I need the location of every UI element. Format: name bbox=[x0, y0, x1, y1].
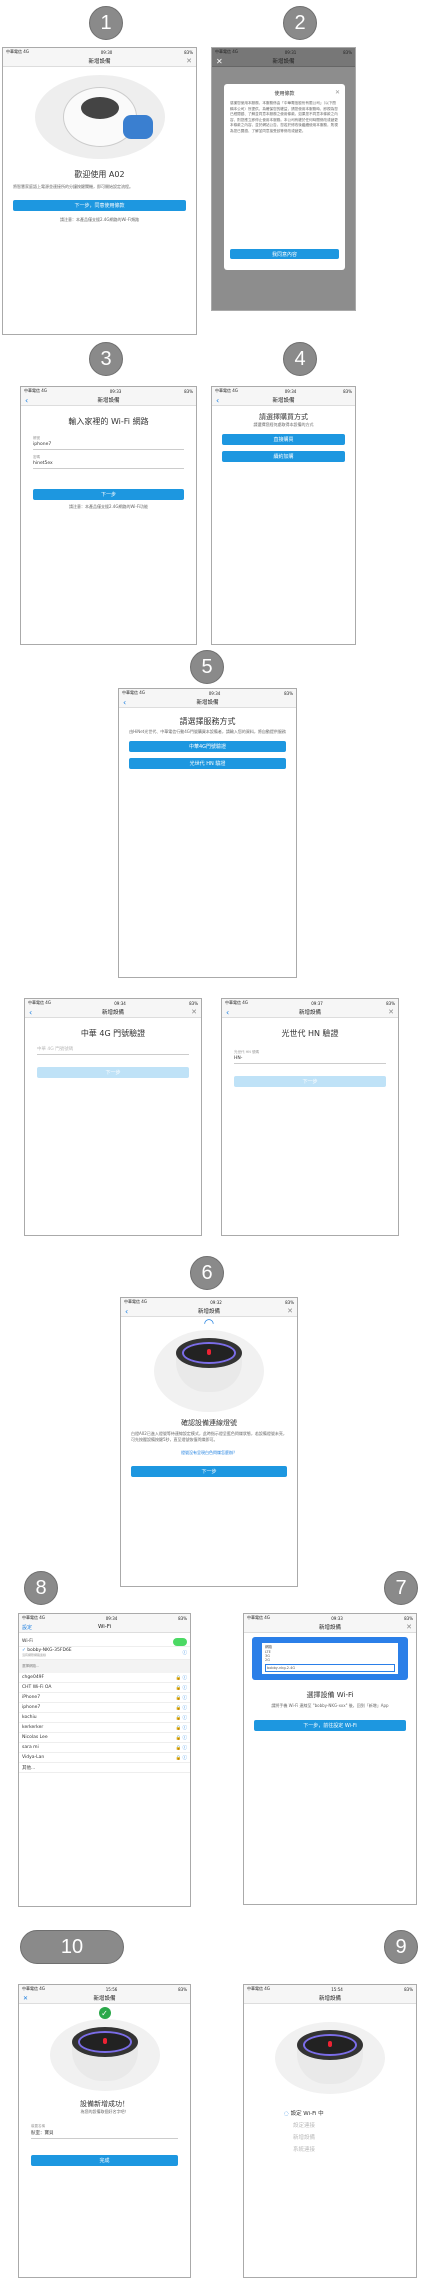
device-image bbox=[275, 2022, 385, 2094]
screen-device-light: 中華電信 4G 09:32 83% ‹ 新增設備 ✕ ◠ 確認設備連線燈號 白燈A02已… bbox=[120, 1297, 298, 1587]
success-heading: 設備新增成功！ bbox=[80, 2100, 129, 2108]
back-icon[interactable]: ‹ bbox=[216, 396, 219, 405]
wifi-note: 請注意：本產品僅支援2.4G網路的Wi-Fi功能 bbox=[68, 504, 148, 509]
accept-terms-button[interactable]: 我同意內容 bbox=[230, 249, 339, 259]
device-image bbox=[154, 1330, 264, 1412]
device-illustration bbox=[34, 75, 165, 159]
settings-back[interactable]: 設定 bbox=[22, 1624, 32, 1631]
wifi-toggle[interactable] bbox=[173, 1637, 187, 1646]
close-icon[interactable]: ✕ bbox=[335, 89, 340, 96]
purchase-sub: 請選擇您經何處取得本設備的方式 bbox=[253, 422, 314, 427]
screen-select-wifi: 中華電信 4G 09:33 83% 新增設備 ✕ 網路 LTE 3G 2G bobby-nk… bbox=[243, 1613, 417, 1905]
step-badge-8: 8 bbox=[24, 1571, 58, 1605]
step-badge-2: 2 bbox=[283, 6, 317, 40]
step-badge-10: 10 bbox=[20, 1930, 124, 1964]
device-image bbox=[49, 2019, 160, 2091]
screen-service: 中華電信 4G 09:34 83% ‹ 新增設備 請選擇服務方式 由HiNet光世代、… bbox=[118, 688, 297, 978]
wifi-signal-icon: ◠ bbox=[203, 1316, 215, 1330]
close-icon[interactable]: ✕ bbox=[186, 57, 192, 66]
screen-setting-wifi: 中華電信 4G 15:54 83% 新增設備 ◌ 設定 Wi-Fi 中 設定連接 新… bbox=[243, 1984, 417, 2278]
service-sub: 由HiNet光世代、中華電信行動4G門號購買本設備者，請輸入您的資料，將自動提供… bbox=[129, 729, 286, 734]
select-wifi-desc: 請將手機 Wi-Fi 連線至 "bobby-NKG-xxx" 後，回到「新增」A… bbox=[271, 1703, 389, 1708]
close-icon[interactable]: ✕ bbox=[406, 1623, 412, 1632]
wifi-guide-image: 網路 LTE 3G 2G bobby-nkg-2.4G bbox=[252, 1637, 408, 1680]
step-badge-7: 7 bbox=[384, 1571, 418, 1605]
terms-title: 使用條款 bbox=[274, 91, 295, 97]
hn-heading: 光世代 HN 驗證 bbox=[281, 1029, 339, 1038]
network-row[interactable]: chge049F 🔒 ⓘ bbox=[19, 1673, 190, 1683]
back-icon[interactable]: ‹ bbox=[29, 1008, 32, 1017]
hand-icon bbox=[122, 115, 153, 139]
purchase-heading: 請選擇購買方式 bbox=[259, 413, 308, 421]
welcome-desc: 將智慧家庭語上電源並連接所的分鐘按鍵關機，即可開始設定流程。 bbox=[13, 184, 133, 189]
network-row[interactable]: iphone7 🔒 ⓘ bbox=[19, 1703, 190, 1713]
hn-number-field[interactable]: HN- bbox=[234, 1055, 386, 1064]
next-button[interactable]: 下一步 bbox=[131, 1466, 287, 1477]
screen-terms: 中華電信 4G 09:31 83% ✕ 新增設備 使用條款 ✕ 感謝您使用本服務，本服… bbox=[211, 47, 356, 311]
4g-number-field[interactable]: 中華 4G 門號號碼 bbox=[37, 1045, 189, 1055]
screen-ios-wifi: 中華電信 4G 09:34 83% 設定 Wi-Fi Wi-Fi ✓ bobby-NK… bbox=[18, 1613, 191, 1907]
network-row[interactable]: Vidya-Lan 🔒 ⓘ bbox=[19, 1753, 190, 1763]
success-check-icon: ✓ bbox=[98, 2007, 111, 2019]
next-button[interactable]: 下一步 bbox=[234, 1076, 386, 1087]
verify-4g-button[interactable]: 中華4G門號驗證 bbox=[129, 741, 286, 752]
step-badge-9: 9 bbox=[384, 1930, 418, 1964]
service-heading: 請選擇服務方式 bbox=[179, 717, 236, 726]
agree-next-button[interactable]: 下一步，同意使用條款 bbox=[13, 200, 186, 211]
step-badge-6: 6 bbox=[190, 1256, 224, 1290]
device-name-field[interactable]: 臥室：寶貝 bbox=[31, 2129, 178, 2139]
screen-4g-verify: 中華電信 4G 09:34 83% ‹ 新增設備 ✕ 中華 4G 門號驗證 中華 4G … bbox=[24, 998, 202, 1236]
light-heading: 確認設備連線燈號 bbox=[181, 1419, 237, 1427]
welcome-heading: 歡迎使用 A02 bbox=[74, 170, 125, 179]
step-badge-5: 5 bbox=[190, 650, 224, 684]
screen-success: 中華電信 4G 15:56 83% ✕ 新增設備 ✓ 設備新增成功！ 為您的設備取個好… bbox=[18, 1984, 191, 2278]
verify-hn-button[interactable]: 光世代 HN 驗證 bbox=[129, 758, 286, 769]
next-button[interactable]: 下一步 bbox=[33, 489, 184, 500]
4g-heading: 中華 4G 門號驗證 bbox=[80, 1029, 146, 1038]
back-icon[interactable]: ‹ bbox=[123, 698, 126, 707]
network-row[interactable]: CHT Wi-Fi OA 🔒 ⓘ bbox=[19, 1683, 190, 1693]
done-button[interactable]: 完成 bbox=[31, 2155, 178, 2166]
nav-title: 新增設備 bbox=[88, 59, 111, 65]
direct-purchase-button[interactable]: 直接購買 bbox=[222, 434, 345, 445]
network-row[interactable]: kochiu 🔒 ⓘ bbox=[19, 1713, 190, 1723]
network-row[interactable]: iPhone7 🔒 ⓘ bbox=[19, 1693, 190, 1703]
step-badge-4: 4 bbox=[283, 342, 317, 376]
wifi-heading: 輸入家裡的 Wi-Fi 網路 bbox=[68, 417, 149, 426]
screen-wifi-input: 中華電信 4G 09:33 83% ‹ 新增設備 輸入家裡的 Wi-Fi 網路 帳號 … bbox=[20, 386, 197, 645]
network-row[interactable]: sara mi 🔒 ⓘ bbox=[19, 1743, 190, 1753]
screen-welcome: 中華電信 4G 09:30 83% ✕ 新增設備 歡迎使用 A02 將智慧家庭語上電源… bbox=[2, 47, 197, 335]
network-row[interactable]: kerkerker 🔒 ⓘ bbox=[19, 1723, 190, 1733]
back-icon[interactable]: ‹ bbox=[226, 1008, 229, 1017]
close-icon[interactable]: ✕ bbox=[287, 1307, 293, 1316]
light-desc: 白燈A02已進入燈號等待連線設定模式，此時指示燈呈藍色閃爍狀態，若設備燈號未亮，… bbox=[131, 1431, 287, 1442]
next-button[interactable]: 下一步 bbox=[37, 1067, 189, 1078]
terms-modal: 使用條款 ✕ 感謝您使用本服務，本服務係由「中華電信股份有限公司」（以下簡稱本公… bbox=[224, 84, 345, 270]
ssid-field[interactable]: iphone7 bbox=[33, 441, 184, 450]
password-field[interactable]: hinet5ex bbox=[33, 460, 184, 469]
close-icon[interactable]: ✕ bbox=[388, 1008, 394, 1017]
back-icon[interactable]: ‹ bbox=[125, 1307, 128, 1316]
renewal-purchase-button[interactable]: 續約加購 bbox=[222, 451, 345, 462]
other-network[interactable]: 其他... bbox=[19, 1763, 190, 1773]
step-badge-1: 1 bbox=[89, 6, 123, 40]
light-help-link[interactable]: 燈號沒有呈現白色閃爍怎麼辦？ bbox=[121, 1450, 297, 1456]
select-wifi-heading: 選擇設備 Wi-Fi bbox=[306, 1691, 354, 1699]
network-row[interactable]: Nicolas Lee 🔒 ⓘ bbox=[19, 1733, 190, 1743]
screen-hn-verify: 中華電信 4G 09:37 83% ‹ 新增設備 ✕ 光世代 HN 驗證 光世代 HN … bbox=[221, 998, 399, 1236]
close-icon[interactable]: ✕ bbox=[23, 1994, 28, 2003]
screen-purchase: 中華電信 4G 09:34 83% ‹ 新增設備 請選擇購買方式 請選擇您經何處取得本… bbox=[211, 386, 356, 645]
back-icon[interactable]: ‹ bbox=[25, 396, 28, 405]
setting-wifi-status: ◌ 設定 Wi-Fi 中 bbox=[284, 2111, 324, 2117]
welcome-note: 請注意：本產品僅支援2.4G網路的Wi-Fi頻路 bbox=[59, 217, 139, 222]
terms-body: 感謝您使用本服務，本服務係由「中華電信股份有限公司」（以下簡稱本公司）所提供，為… bbox=[230, 101, 338, 133]
close-icon[interactable]: ✕ bbox=[191, 1008, 197, 1017]
goto-wifi-settings-button[interactable]: 下一步，前往設定 Wi-Fi bbox=[254, 1720, 406, 1731]
step-badge-3: 3 bbox=[89, 342, 123, 376]
